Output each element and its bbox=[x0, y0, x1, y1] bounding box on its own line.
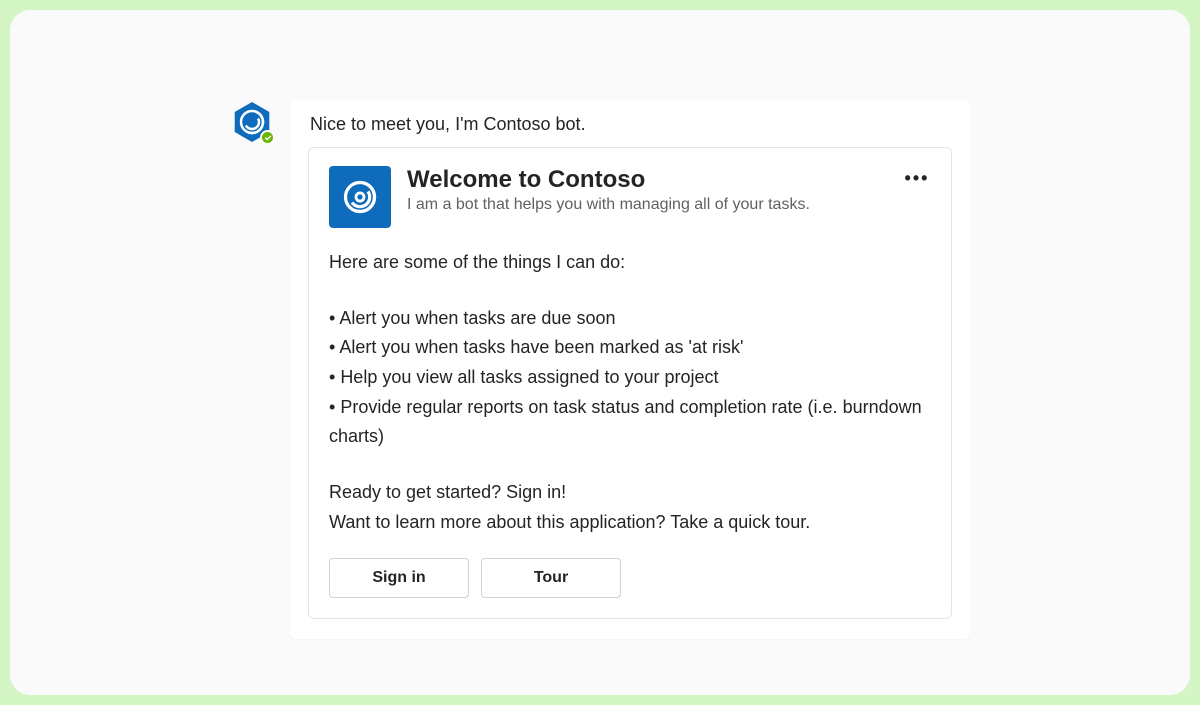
welcome-card: ••• Welcome to Contoso I am a bot that bbox=[308, 147, 952, 619]
card-actions: Sign in Tour bbox=[329, 558, 931, 598]
presence-available-icon bbox=[260, 130, 275, 145]
bot-avatar bbox=[230, 100, 274, 144]
card-subtitle: I am a bot that helps you with managing … bbox=[407, 196, 931, 214]
cta-signin-text: Ready to get started? Sign in! bbox=[329, 478, 931, 508]
sign-in-button[interactable]: Sign in bbox=[329, 558, 469, 598]
list-item: Alert you when tasks are due soon bbox=[329, 304, 931, 334]
app-frame: Nice to meet you, I'm Contoso bot. ••• bbox=[10, 10, 1190, 695]
message-bubble: Nice to meet you, I'm Contoso bot. ••• bbox=[290, 100, 970, 639]
list-item: Alert you when tasks have been marked as… bbox=[329, 333, 931, 363]
card-title: Welcome to Contoso bbox=[407, 166, 931, 194]
card-body: Here are some of the things I can do: Al… bbox=[329, 248, 931, 538]
card-header: Welcome to Contoso I am a bot that helps… bbox=[329, 166, 931, 228]
contoso-logo-icon bbox=[329, 166, 391, 228]
list-item: Help you view all tasks assigned to your… bbox=[329, 363, 931, 393]
chat-message: Nice to meet you, I'm Contoso bot. ••• bbox=[230, 100, 970, 639]
feature-list: Alert you when tasks are due soon Alert … bbox=[329, 304, 931, 452]
cta-tour-text: Want to learn more about this applicatio… bbox=[329, 508, 931, 538]
more-horizontal-icon: ••• bbox=[905, 168, 930, 189]
list-item: Provide regular reports on task status a… bbox=[329, 393, 931, 452]
more-options-button[interactable]: ••• bbox=[901, 166, 933, 190]
tour-button[interactable]: Tour bbox=[481, 558, 621, 598]
card-title-block: Welcome to Contoso I am a bot that helps… bbox=[407, 166, 931, 214]
card-body-intro: Here are some of the things I can do: bbox=[329, 248, 931, 278]
message-intro-text: Nice to meet you, I'm Contoso bot. bbox=[290, 114, 970, 147]
